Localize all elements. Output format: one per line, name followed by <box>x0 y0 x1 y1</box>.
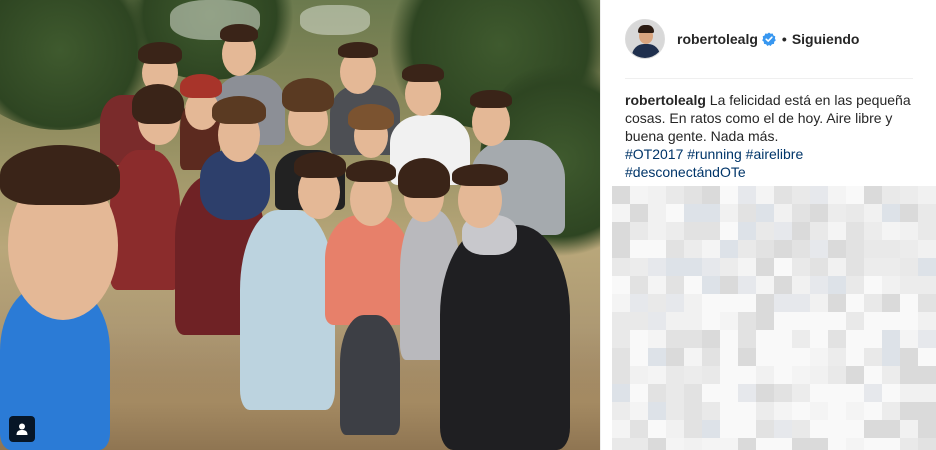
post-header: robertolealg • Siguiendo <box>625 18 915 60</box>
divider <box>625 78 913 79</box>
avatar[interactable] <box>625 19 665 59</box>
post-caption: robertolealg La felicidad está en las pe… <box>625 91 915 181</box>
hashtag-link[interactable]: #airelibre <box>746 146 804 162</box>
username-link[interactable]: robertolealg <box>677 31 758 47</box>
verified-badge-icon <box>762 32 776 46</box>
post-photo[interactable] <box>0 0 600 450</box>
following-button[interactable]: Siguiendo <box>792 31 860 47</box>
hashtag-link[interactable]: #running <box>687 146 742 162</box>
hashtag-link[interactable]: #desconectándOTe <box>625 164 746 180</box>
pixelated-comments-area <box>612 186 936 450</box>
separator-dot: • <box>781 31 787 47</box>
hashtag-link[interactable]: #OT2017 <box>625 146 683 162</box>
caption-username-link[interactable]: robertolealg <box>625 92 706 108</box>
user-tag-icon[interactable] <box>9 416 35 442</box>
